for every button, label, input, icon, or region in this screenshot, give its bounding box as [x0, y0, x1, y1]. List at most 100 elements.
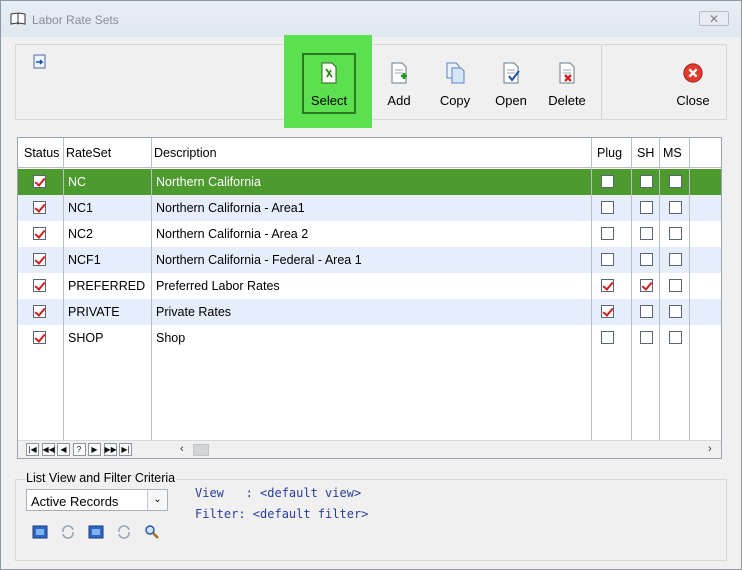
window-close-glyph: ✕ [708, 11, 720, 26]
column-divider [63, 138, 64, 440]
plug-checkbox[interactable] [601, 305, 614, 318]
close-button-label: Close [676, 93, 710, 108]
search-icon[interactable] [144, 524, 160, 540]
table-row[interactable]: NC1 Northern California - Area1 [18, 195, 721, 221]
ms-checkbox[interactable] [669, 305, 682, 318]
table-row[interactable]: PRIVATE Private Rates [18, 299, 721, 325]
status-checkbox[interactable] [33, 201, 46, 214]
rateset-cell: NC1 [68, 201, 94, 215]
labor-rate-sets-window: Labor Rate Sets ✕ Select Add Copy Open D… [0, 0, 742, 570]
copy-button-label: Copy [439, 93, 471, 108]
select-button[interactable]: Select [301, 45, 357, 119]
filter-settings-icon[interactable] [88, 524, 104, 540]
column-header-sh[interactable]: SH [637, 146, 654, 160]
nav-button[interactable]: ? [72, 443, 86, 456]
open-icon [503, 62, 520, 84]
ms-checkbox[interactable] [669, 331, 682, 344]
plug-checkbox[interactable] [601, 279, 614, 292]
copy-button[interactable]: Copy [427, 45, 483, 119]
delete-icon [559, 62, 575, 84]
status-checkbox[interactable] [33, 253, 46, 266]
column-header-description[interactable]: Description [154, 146, 217, 160]
column-divider [151, 138, 152, 440]
nav-button[interactable]: ▶ [88, 443, 101, 456]
sh-checkbox[interactable] [640, 279, 653, 292]
description-cell: Northern California - Area1 [156, 201, 305, 215]
ms-checkbox[interactable] [669, 253, 682, 266]
status-checkbox[interactable] [33, 227, 46, 240]
rateset-cell: NC2 [68, 227, 94, 241]
nav-button[interactable]: |◀ [26, 443, 39, 456]
ms-checkbox[interactable] [669, 201, 682, 214]
delete-button[interactable]: Delete [539, 45, 595, 119]
window-close-button[interactable]: ✕ [699, 11, 729, 26]
close-icon [683, 63, 703, 83]
records-filter-dropdown[interactable]: Active Records ⌄ [26, 489, 168, 511]
nav-button[interactable]: ◀ [57, 443, 70, 456]
select-icon [321, 62, 337, 84]
open-button-label: Open [495, 93, 527, 108]
description-cell: Northern California [156, 175, 261, 189]
dropdown-value: Active Records [31, 494, 119, 509]
add-button-label: Add [387, 93, 411, 108]
status-checkbox[interactable] [33, 175, 46, 188]
nav-button[interactable]: ▶▶ [103, 443, 117, 456]
view-settings-icon[interactable] [32, 524, 48, 540]
table-row[interactable]: PREFERRED Preferred Labor Rates [18, 273, 721, 299]
column-header-rateset[interactable]: RateSet [66, 146, 111, 160]
sh-checkbox[interactable] [640, 331, 653, 344]
delete-button-label: Delete [548, 93, 586, 108]
column-header-plug[interactable]: Plug [597, 146, 622, 160]
description-cell: Northern California - Federal - Area 1 [156, 253, 362, 267]
column-divider [631, 138, 632, 440]
nav-button[interactable]: ◀◀ [41, 443, 55, 456]
plug-checkbox[interactable] [601, 175, 614, 188]
plug-checkbox[interactable] [601, 253, 614, 266]
close-button[interactable]: Close [665, 45, 721, 119]
plug-checkbox[interactable] [601, 331, 614, 344]
book-icon [10, 12, 26, 25]
title-bar: Labor Rate Sets ✕ [1, 1, 741, 37]
column-divider [591, 138, 592, 440]
sh-checkbox[interactable] [640, 253, 653, 266]
status-checkbox[interactable] [33, 331, 46, 344]
refresh-filter-icon[interactable] [116, 524, 132, 540]
rate-sets-grid: Status RateSet Description Plug SH MS NC… [17, 137, 722, 459]
table-row[interactable]: NC Northern California [18, 169, 721, 195]
rateset-cell: SHOP [68, 331, 104, 345]
plug-checkbox[interactable] [601, 227, 614, 240]
nav-button[interactable]: ▶| [119, 443, 132, 456]
plug-checkbox[interactable] [601, 201, 614, 214]
grid-header: Status RateSet Description Plug SH MS [18, 138, 721, 168]
rateset-cell: NC [68, 175, 87, 189]
rateset-cell: PREFERRED [68, 279, 146, 293]
refresh-view-icon[interactable] [60, 524, 76, 540]
column-header-ms[interactable]: MS [663, 146, 682, 160]
toolbar: Select Add Copy Open Delete Close [15, 35, 727, 128]
status-checkbox[interactable] [33, 305, 46, 318]
status-checkbox[interactable] [33, 279, 46, 292]
table-row[interactable]: NCF1 Northern California - Federal - Area… [18, 247, 721, 273]
ms-checkbox[interactable] [669, 175, 682, 188]
horizontal-scroll-thumb[interactable] [193, 444, 209, 456]
sh-checkbox[interactable] [640, 227, 653, 240]
chevron-down-icon[interactable]: ⌄ [147, 490, 167, 510]
table-row[interactable]: NC2 Northern California - Area 2 [18, 221, 721, 247]
ms-checkbox[interactable] [669, 279, 682, 292]
ms-checkbox[interactable] [669, 227, 682, 240]
open-button[interactable]: Open [483, 45, 539, 119]
description-cell: Private Rates [156, 305, 232, 319]
sh-checkbox[interactable] [640, 175, 653, 188]
select-button-label: Select [310, 93, 348, 108]
add-button[interactable]: Add [371, 45, 427, 119]
export-icon[interactable] [32, 54, 48, 70]
window-title: Labor Rate Sets [32, 13, 119, 27]
description-cell: Shop [156, 331, 186, 345]
description-cell: Northern California - Area 2 [156, 227, 309, 241]
table-row[interactable]: SHOP Shop [18, 325, 721, 351]
scroll-right-icon[interactable]: › [708, 443, 712, 455]
sh-checkbox[interactable] [640, 305, 653, 318]
column-header-status[interactable]: Status [24, 146, 59, 160]
sh-checkbox[interactable] [640, 201, 653, 214]
scroll-left-icon[interactable]: ‹ [180, 443, 184, 455]
